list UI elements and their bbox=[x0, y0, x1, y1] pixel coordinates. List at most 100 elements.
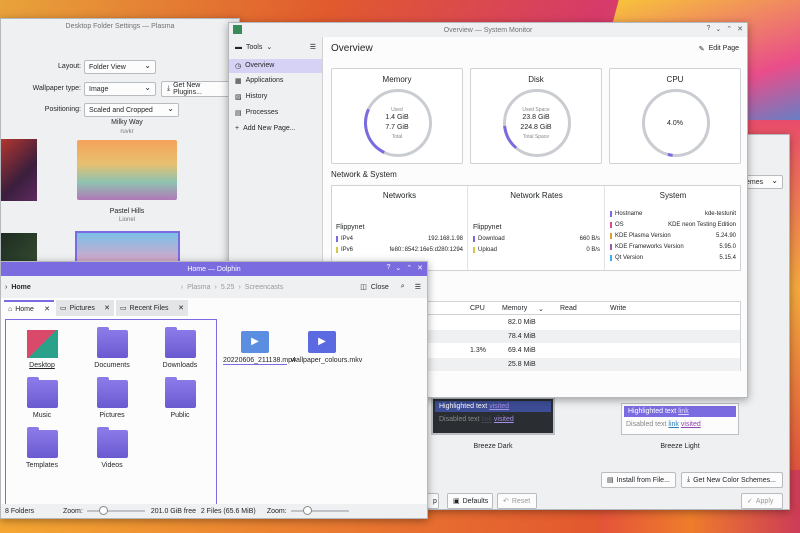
tab-home[interactable]: ⌂ Home ✕ bbox=[4, 300, 54, 316]
defaults-button[interactable]: ▣ Defaults bbox=[447, 493, 493, 509]
column-header-read[interactable]: Read bbox=[560, 305, 577, 312]
maximize-icon[interactable]: ⌃ bbox=[406, 264, 412, 272]
positioning-label: Positioning: bbox=[44, 106, 81, 113]
breadcrumb-item[interactable]: 5.25 bbox=[221, 284, 235, 291]
wallpaper-type-label: Wallpaper type: bbox=[32, 85, 81, 92]
sidebar-item-overview[interactable]: ◷ Overview bbox=[229, 59, 322, 73]
folder-item-documents[interactable]: Documents bbox=[86, 327, 138, 369]
cpu-title: CPU bbox=[666, 75, 684, 84]
tab-label: Pictures bbox=[69, 304, 95, 312]
close-icon[interactable]: ✕ bbox=[178, 304, 184, 312]
system-key: KDE Frameworks Version bbox=[615, 244, 684, 250]
slider-handle[interactable] bbox=[98, 506, 108, 515]
partial-button[interactable]: p bbox=[427, 493, 439, 509]
disk-card: Disk Used Space 23.8 GiB 224.8 GiB Total… bbox=[470, 68, 602, 164]
sidebar-item-history[interactable]: ▨ History bbox=[229, 89, 322, 105]
zoom-slider[interactable] bbox=[290, 506, 349, 515]
tab-label: Home bbox=[15, 305, 34, 313]
wallpaper-type-select[interactable]: Image bbox=[84, 82, 156, 96]
sidebar-item-add-page[interactable]: + Add New Page... bbox=[229, 121, 322, 136]
help-icon[interactable]: ? bbox=[386, 264, 390, 272]
wallpaper-thumb-left[interactable] bbox=[1, 139, 37, 201]
breadcrumb-item[interactable]: Plasma bbox=[187, 284, 210, 291]
reset-button[interactable]: ↶ Reset bbox=[497, 493, 537, 509]
tools-menu[interactable]: ▬ Tools ⌄ ☰ bbox=[229, 37, 322, 57]
search-icon[interactable]: ⌕ bbox=[401, 283, 405, 291]
folder-item-music[interactable]: Music bbox=[16, 377, 68, 419]
toolbar: › Home › Plasma › 5.25 › Screencasts ◫ Cl… bbox=[1, 276, 427, 298]
system-value: 5.15.4 bbox=[719, 255, 736, 261]
check-icon: ✓ bbox=[747, 498, 753, 505]
system-row: Qt Version 5.15.4 bbox=[610, 255, 736, 261]
layout-select[interactable]: Folder View bbox=[84, 60, 156, 74]
network-system-heading: Network & System bbox=[331, 170, 397, 179]
hamburger-icon[interactable]: ☰ bbox=[415, 283, 421, 291]
disk-total-label: Total Space bbox=[522, 134, 550, 140]
sidebar-item-processes[interactable]: ▤ Processes bbox=[229, 105, 322, 121]
folder-item-pictures[interactable]: Pictures bbox=[86, 377, 138, 419]
folder-item-downloads[interactable]: Downloads bbox=[154, 327, 206, 369]
undo-icon: ↶ bbox=[503, 498, 509, 505]
slider-handle[interactable] bbox=[302, 506, 312, 515]
system-row: KDE Plasma Version 5.24.90 bbox=[610, 233, 736, 239]
download-icon: ⤓ bbox=[687, 476, 691, 483]
app-icon bbox=[233, 25, 242, 34]
positioning-select[interactable]: Scaled and Cropped bbox=[84, 103, 179, 117]
tab-recent-files[interactable]: ▭ Recent Files ✕ bbox=[116, 300, 188, 316]
wallpaper-author: ruvkr bbox=[120, 129, 134, 135]
zoom-slider[interactable] bbox=[86, 506, 145, 515]
help-icon[interactable]: ? bbox=[706, 25, 710, 33]
minimize-icon[interactable]: ⌄ bbox=[395, 264, 401, 272]
window-title: Overview — System Monitor bbox=[443, 26, 533, 34]
column-header-cpu[interactable]: CPU bbox=[470, 305, 485, 312]
memory-cell: 25.8 MiB bbox=[508, 361, 536, 368]
edit-page-button[interactable]: ✎ Edit Page bbox=[699, 45, 739, 53]
apply-label: Apply bbox=[755, 497, 774, 505]
memory-gauge-fill bbox=[354, 79, 442, 167]
breeze-dark-label: Breeze Dark bbox=[473, 443, 513, 450]
folder-item-public[interactable]: Public bbox=[154, 377, 206, 419]
get-new-plugins-button[interactable]: ⤓ Get New Plugins... bbox=[161, 81, 237, 97]
defaults-icon: ▣ bbox=[453, 498, 460, 505]
breeze-light-preview[interactable]: Highlighted text link Disabled text link… bbox=[621, 403, 739, 435]
maximize-icon[interactable]: ⌃ bbox=[726, 25, 732, 33]
minimize-icon[interactable]: ⌄ bbox=[715, 25, 721, 33]
folder-item-desktop[interactable]: Desktop bbox=[16, 330, 68, 369]
overview-icon: ◷ bbox=[235, 63, 242, 70]
ipv6-value: fe80::8542:16e5:d280:1294 bbox=[389, 247, 463, 253]
layout-value: Folder View bbox=[89, 63, 126, 71]
sidebar-item-label: Add New Page... bbox=[243, 125, 296, 132]
wallpaper-author: Lionel bbox=[118, 217, 135, 223]
chevron-right-icon: › bbox=[214, 283, 217, 291]
install-from-file-button[interactable]: ▤ Install from File... bbox=[601, 472, 676, 488]
breeze-dark-preview[interactable]: Highlighted text visited Disabled text l… bbox=[431, 397, 555, 435]
tab-pictures[interactable]: ▭ Pictures ✕ bbox=[56, 300, 114, 316]
sidebar-item-label: History bbox=[245, 93, 268, 100]
visited-link: visited bbox=[493, 416, 514, 423]
chevron-right-icon[interactable]: › bbox=[5, 284, 7, 291]
folder-label: Templates bbox=[26, 462, 58, 469]
left-status-text: 8 Folders bbox=[5, 507, 35, 515]
positioning-value: Scaled and Cropped bbox=[89, 106, 153, 114]
hamburger-icon[interactable]: ☰ bbox=[310, 43, 316, 51]
wallpaper-thumb-pastel-hills[interactable] bbox=[77, 140, 177, 200]
folder-item-templates[interactable]: Templates bbox=[16, 427, 68, 469]
get-new-schemes-button[interactable]: ⤓ Get New Color Schemes... bbox=[681, 472, 783, 488]
close-icon[interactable]: ✕ bbox=[104, 304, 110, 312]
memory-total-value: 7.7 GiB bbox=[385, 124, 409, 131]
close-icon[interactable]: ✕ bbox=[44, 305, 50, 313]
column-header-memory[interactable]: Memory bbox=[502, 305, 527, 312]
close-icon[interactable]: ✕ bbox=[737, 25, 743, 33]
upload-value: 0 B/s bbox=[586, 247, 600, 253]
apply-button[interactable]: ✓ Apply bbox=[741, 493, 783, 509]
column-header-write[interactable]: Write bbox=[610, 305, 626, 312]
system-title: System bbox=[659, 191, 687, 200]
folder-item-videos[interactable]: Videos bbox=[86, 427, 138, 469]
file-item-mkv[interactable]: ▶ wallpaper_colours.mkv bbox=[291, 331, 362, 364]
sidebar-item-label: Processes bbox=[245, 109, 279, 116]
close-split-button[interactable]: ◫ Close bbox=[360, 283, 389, 292]
close-icon[interactable]: ✕ bbox=[417, 264, 423, 272]
sidebar-item-applications[interactable]: ▦ Applications bbox=[229, 73, 322, 89]
file-item-mp4[interactable]: ▶ 20220606_211138.mp4 bbox=[223, 331, 296, 365]
breadcrumb-item[interactable]: Screencasts bbox=[245, 284, 284, 291]
